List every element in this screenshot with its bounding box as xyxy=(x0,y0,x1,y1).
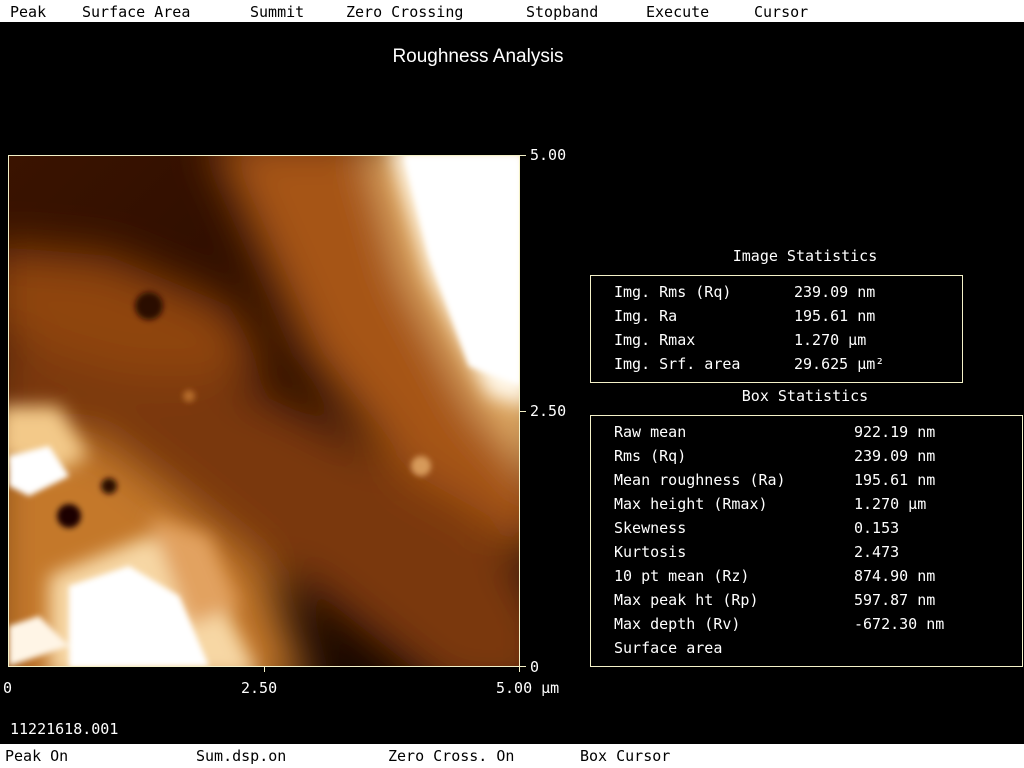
y-tick-mid xyxy=(520,411,526,412)
afm-height-image[interactable] xyxy=(8,155,520,667)
x-axis-label-right: 5.00 µm xyxy=(496,679,560,697)
box-stat-label: Skewness xyxy=(614,519,687,537)
image-stat-value: 195.61 nm xyxy=(794,307,876,325)
box-stat-label: Max height (Rmax) xyxy=(614,495,768,513)
box-stat-value: 874.90 nm xyxy=(854,567,936,585)
menu-item-stopband[interactable]: Stopband xyxy=(526,3,598,21)
status-zero-cross: Zero Cross. On xyxy=(388,747,515,765)
y-axis-label-bottom: 0 xyxy=(530,658,540,676)
box-stat-value: 2.473 xyxy=(854,543,900,561)
y-axis-label-mid: 2.50 xyxy=(530,402,567,420)
image-stat-value: 1.270 µm xyxy=(794,331,867,349)
menu-item-surface-area[interactable]: Surface Area xyxy=(82,3,190,21)
afm-surface-render xyxy=(9,156,519,666)
status-bar: Peak On Sum.dsp.on Zero Cross. On Box Cu… xyxy=(0,744,1024,768)
menu-item-peak[interactable]: Peak xyxy=(10,3,46,21)
box-stat-label: Raw mean xyxy=(614,423,687,441)
box-stat-value: 922.19 nm xyxy=(854,423,936,441)
image-stat-label: Img. Rms (Rq) xyxy=(614,283,732,301)
status-sum-dsp: Sum.dsp.on xyxy=(196,747,287,765)
box-stat-label: 10 pt mean (Rz) xyxy=(614,567,750,585)
image-stat-label: Img. Rmax xyxy=(614,331,696,349)
x-axis-label-left: 0 xyxy=(3,679,13,697)
box-stat-value: 239.09 nm xyxy=(854,447,936,465)
menu-item-execute[interactable]: Execute xyxy=(646,3,709,21)
page-title: Roughness Analysis xyxy=(392,46,564,67)
menu-item-summit[interactable]: Summit xyxy=(250,3,304,21)
status-box-cursor: Box Cursor xyxy=(580,747,671,765)
image-statistics-heading: Image Statistics xyxy=(732,247,878,265)
image-stat-value: 29.625 µm² xyxy=(794,355,885,373)
y-axis-label-top: 5.00 xyxy=(530,146,567,164)
box-stat-label: Max peak ht (Rp) xyxy=(614,591,759,609)
y-tick-bottom xyxy=(520,666,526,667)
menu-item-zero-crossing[interactable]: Zero Crossing xyxy=(346,3,463,21)
box-stat-label: Rms (Rq) xyxy=(614,447,687,465)
status-peak: Peak On xyxy=(5,747,69,765)
y-tick-top xyxy=(520,155,526,156)
box-stat-value: 195.61 nm xyxy=(854,471,936,489)
box-stat-value: -672.30 nm xyxy=(854,615,945,633)
box-stat-label: Max depth (Rv) xyxy=(614,615,741,633)
x-tick-mid xyxy=(264,667,265,672)
image-stat-label: Img. Srf. area xyxy=(614,355,741,373)
box-stat-label: Mean roughness (Ra) xyxy=(614,471,786,489)
box-stat-value: 1.270 µm xyxy=(854,495,927,513)
menu-bar: Peak Surface Area Summit Zero Crossing S… xyxy=(0,0,1024,22)
box-stat-label: Kurtosis xyxy=(614,543,687,561)
x-axis-label-mid: 2.50 xyxy=(241,679,278,697)
box-stat-value: 597.87 nm xyxy=(854,591,936,609)
image-stat-value: 239.09 nm xyxy=(794,283,876,301)
file-name: 11221618.001 xyxy=(10,720,119,738)
box-stat-label: Surface area xyxy=(614,639,723,657)
box-statistics-heading: Box Statistics xyxy=(741,387,869,405)
image-stat-label: Img. Ra xyxy=(614,307,678,325)
box-stat-value: 0.153 xyxy=(854,519,900,537)
menu-item-cursor[interactable]: Cursor xyxy=(754,3,808,21)
x-tick-right xyxy=(519,667,520,672)
